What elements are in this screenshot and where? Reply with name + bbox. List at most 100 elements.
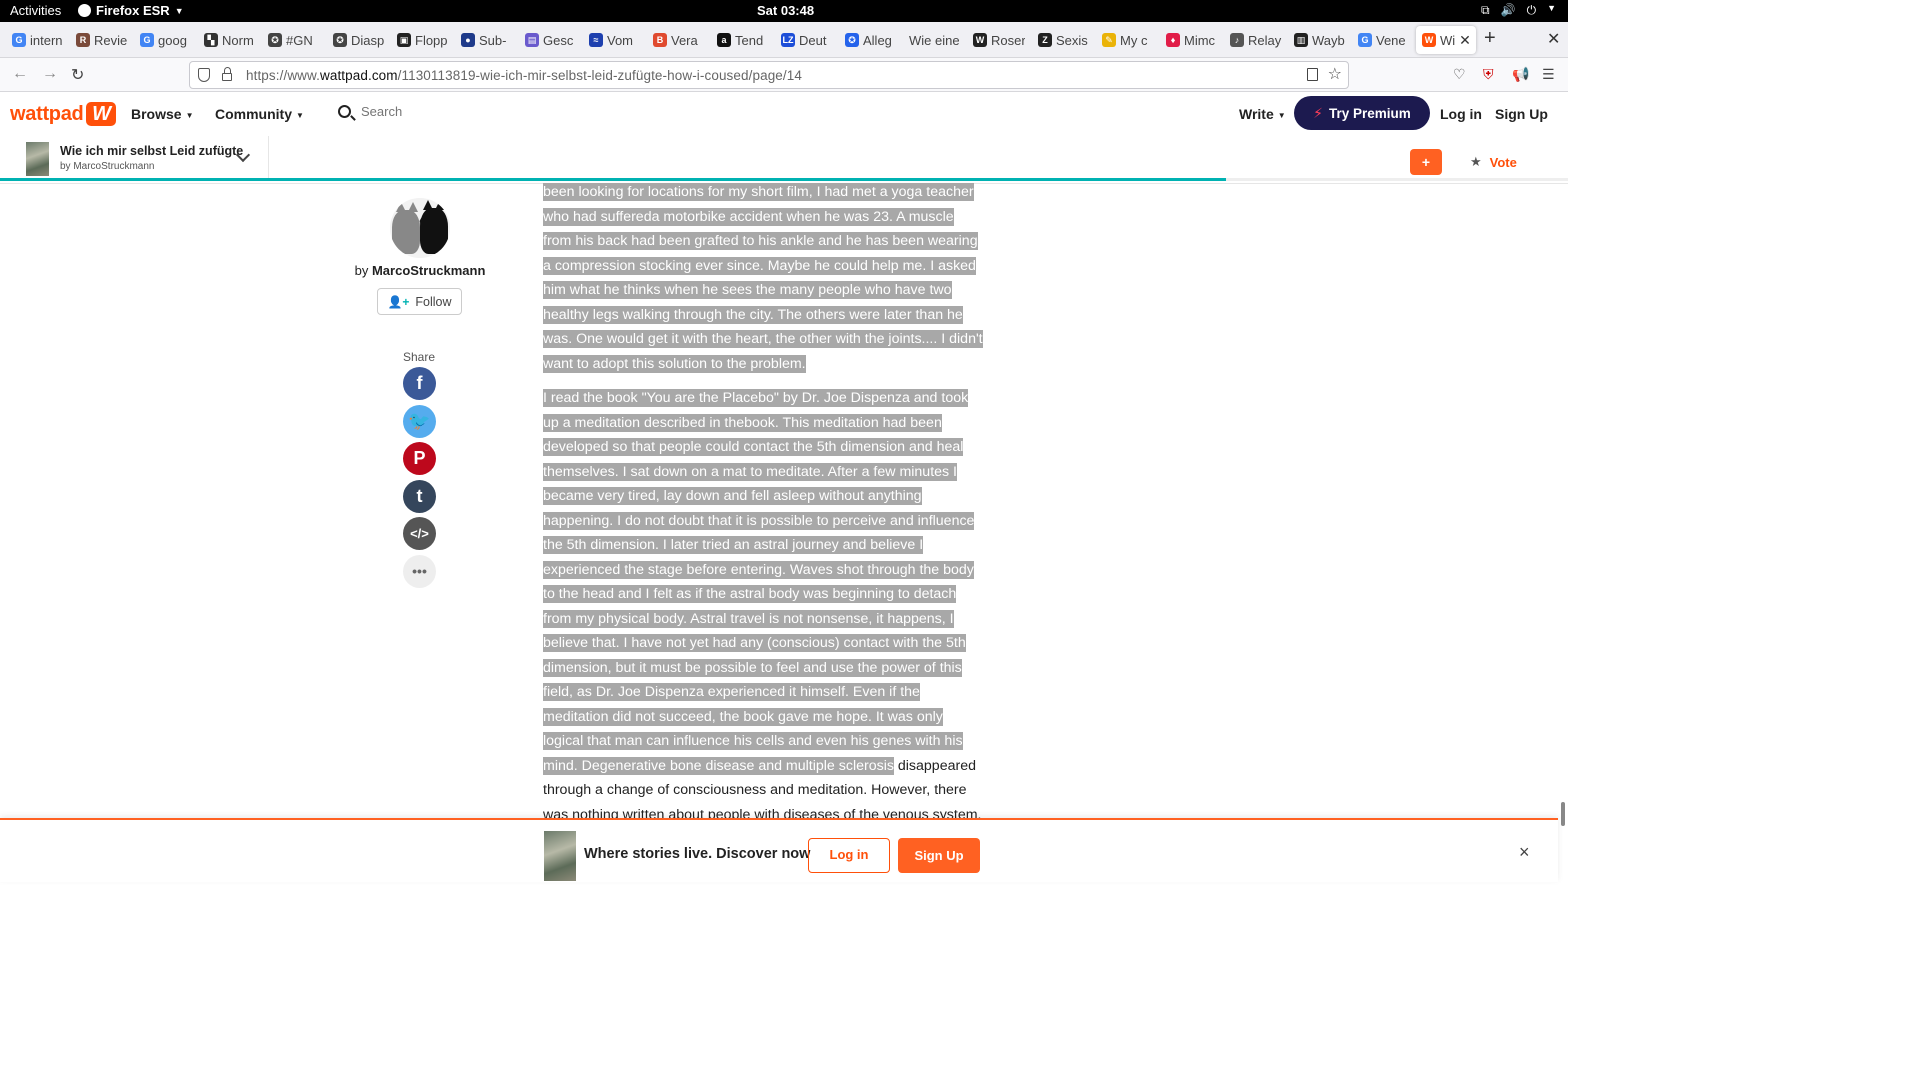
- browser-tab[interactable]: W Wi ✕: [1416, 26, 1476, 54]
- banner-login-button[interactable]: Log in: [808, 838, 890, 873]
- header-signup-link[interactable]: Sign Up: [1495, 106, 1548, 122]
- browser-tab[interactable]: ♪ Relay: [1224, 26, 1282, 54]
- banner-tagline: Where stories live. Discover now: [584, 846, 811, 862]
- browser-tab[interactable]: ✎ My c: [1096, 26, 1154, 54]
- vote-button[interactable]: ★ Vote: [1470, 154, 1517, 170]
- browser-tab[interactable]: ♦ Mimc: [1160, 26, 1218, 54]
- embed-share-button[interactable]: </>: [403, 517, 436, 551]
- add-to-list-button[interactable]: +: [1410, 149, 1442, 175]
- bookmark-star-icon[interactable]: ☆: [1328, 64, 1342, 84]
- reload-button[interactable]: ↻: [71, 65, 84, 85]
- tab-label: Sexis: [1056, 32, 1088, 48]
- tracking-shield-icon[interactable]: [198, 68, 210, 82]
- facebook-share-button[interactable]: f: [403, 367, 436, 400]
- browser-tab[interactable]: ✪ #GN: [262, 26, 320, 54]
- system-clock[interactable]: Sat 03:48: [757, 3, 814, 18]
- tab-label: Alleg: [863, 32, 892, 48]
- browser-tab[interactable]: ✪ Alleg: [839, 26, 897, 54]
- activities-button[interactable]: Activities: [10, 3, 61, 18]
- story-title[interactable]: Wie ich mir selbst Leid zufügte: [60, 144, 243, 158]
- story-cover-thumbnail[interactable]: [26, 142, 49, 176]
- share-label: Share: [402, 350, 436, 364]
- twitter-icon: 🐦: [408, 410, 431, 431]
- tumblr-icon: t: [416, 485, 423, 506]
- extension-megaphone-icon[interactable]: 📢: [1512, 66, 1529, 83]
- author-name-link[interactable]: MarcoStruckmann: [372, 263, 485, 278]
- browser-tab[interactable]: ● Sub-: [455, 26, 513, 54]
- app-name: Firefox ESR: [96, 3, 170, 18]
- banner-story-cover: [544, 831, 576, 881]
- search-input[interactable]: [361, 104, 561, 119]
- tab-label: #GN: [286, 32, 313, 48]
- story-toolbar: Wie ich mir selbst Leid zufügte by Marco…: [0, 136, 1568, 184]
- tab-label: Vom: [607, 32, 634, 48]
- browser-tab[interactable]: ▤ Gesc: [519, 26, 577, 54]
- new-tab-button[interactable]: +: [1484, 27, 1496, 50]
- pinterest-share-button[interactable]: P: [403, 442, 436, 476]
- firefox-icon: [78, 4, 91, 17]
- close-tab-icon[interactable]: ✕: [1459, 32, 1471, 49]
- tab-label: Deut: [799, 32, 827, 48]
- browser-tab[interactable]: ✪ Diasp: [327, 26, 385, 54]
- pinterest-icon: P: [413, 448, 426, 469]
- browser-tab[interactable]: a Tend: [711, 26, 769, 54]
- selected-text: I read the book "You are the Placebo" by…: [543, 389, 975, 775]
- browser-tab[interactable]: ▥ Wayb: [1288, 26, 1346, 54]
- wikipedia-icon: W: [973, 33, 987, 47]
- hamburger-menu-icon[interactable]: ☰: [1542, 66, 1555, 83]
- ublock-icon[interactable]: ⛨: [1483, 66, 1494, 83]
- community-menu[interactable]: Community ▼: [215, 106, 304, 122]
- google-icon: G: [12, 33, 26, 47]
- browser-tab[interactable]: W Roser: [967, 26, 1025, 54]
- bc-icon: B: [653, 33, 667, 47]
- browser-tab[interactable]: Gintern: [6, 26, 64, 54]
- avatar[interactable]: [390, 198, 450, 258]
- star-icon: ★: [1470, 154, 1482, 169]
- author-byline: by MarcoStruckmann: [354, 263, 486, 278]
- url-bar[interactable]: https://www.wattpad.com/1130113819-wie-i…: [189, 61, 1349, 89]
- scrollbar-thumb[interactable]: [1561, 802, 1565, 826]
- close-window-icon[interactable]: ✕: [1547, 29, 1560, 49]
- browser-tab[interactable]: R Revie: [70, 26, 128, 54]
- site-header: wattpad W Browse▼ Community▼ Write▼ ⚡ Tr…: [0, 92, 1568, 136]
- browser-tab[interactable]: ≈ Vom: [583, 26, 641, 54]
- archive-icon: ▥: [1294, 33, 1308, 47]
- more-share-button[interactable]: •••: [403, 555, 436, 588]
- browser-tab[interactable]: Wie eine: [903, 26, 961, 54]
- wattpad-logo[interactable]: wattpad W: [10, 102, 117, 126]
- browser-tab[interactable]: Ggoog: [134, 26, 192, 54]
- nasa-icon: ●: [461, 33, 475, 47]
- forward-button[interactable]: →: [42, 65, 58, 83]
- floppy-icon: ▣: [397, 33, 411, 47]
- write-menu[interactable]: Write ▼: [1239, 106, 1286, 122]
- browser-tab[interactable]: Z Sexis: [1032, 26, 1090, 54]
- tab-label: Flopp: [415, 32, 448, 48]
- tumblr-share-button[interactable]: t: [403, 479, 436, 513]
- pocket-icon[interactable]: ♡: [1453, 66, 1466, 83]
- search-icon: [338, 105, 351, 118]
- system-tray[interactable]: ⧉ 🔊 ⏻ ▼: [1481, 3, 1556, 18]
- volume-icon: 🔊: [1500, 3, 1516, 17]
- google-icon: G: [1358, 33, 1372, 47]
- search-box[interactable]: [338, 104, 561, 119]
- browser-tab[interactable]: B Vera: [647, 26, 705, 54]
- follow-button[interactable]: 👤+ Follow: [377, 288, 462, 315]
- header-login-link[interactable]: Log in: [1440, 106, 1482, 122]
- url-text[interactable]: https://www.wattpad.com/1130113819-wie-i…: [246, 68, 802, 83]
- browser-tab[interactable]: LZ Deut: [775, 26, 833, 54]
- tab-label: Roser: [991, 32, 1025, 48]
- browse-menu[interactable]: Browse ▼: [131, 106, 194, 122]
- twitter-share-button[interactable]: 🐦: [403, 404, 436, 438]
- browser-tab[interactable]: ▚ Norm: [198, 26, 256, 54]
- reader-view-icon[interactable]: [1307, 68, 1318, 81]
- signup-banner: Where stories live. Discover now Log in …: [0, 818, 1558, 882]
- browser-tab[interactable]: ▣ Flopp: [391, 26, 449, 54]
- close-icon[interactable]: ×: [1519, 842, 1530, 863]
- lock-icon[interactable]: [222, 67, 232, 81]
- banner-signup-button[interactable]: Sign Up: [898, 838, 980, 873]
- try-premium-button[interactable]: ⚡ Try Premium: [1294, 96, 1430, 130]
- tab-label: Vera: [671, 32, 698, 48]
- browser-tab[interactable]: G Vene: [1352, 26, 1410, 54]
- app-menu[interactable]: Firefox ESR ▼: [78, 3, 184, 18]
- back-button[interactable]: ←: [12, 65, 28, 83]
